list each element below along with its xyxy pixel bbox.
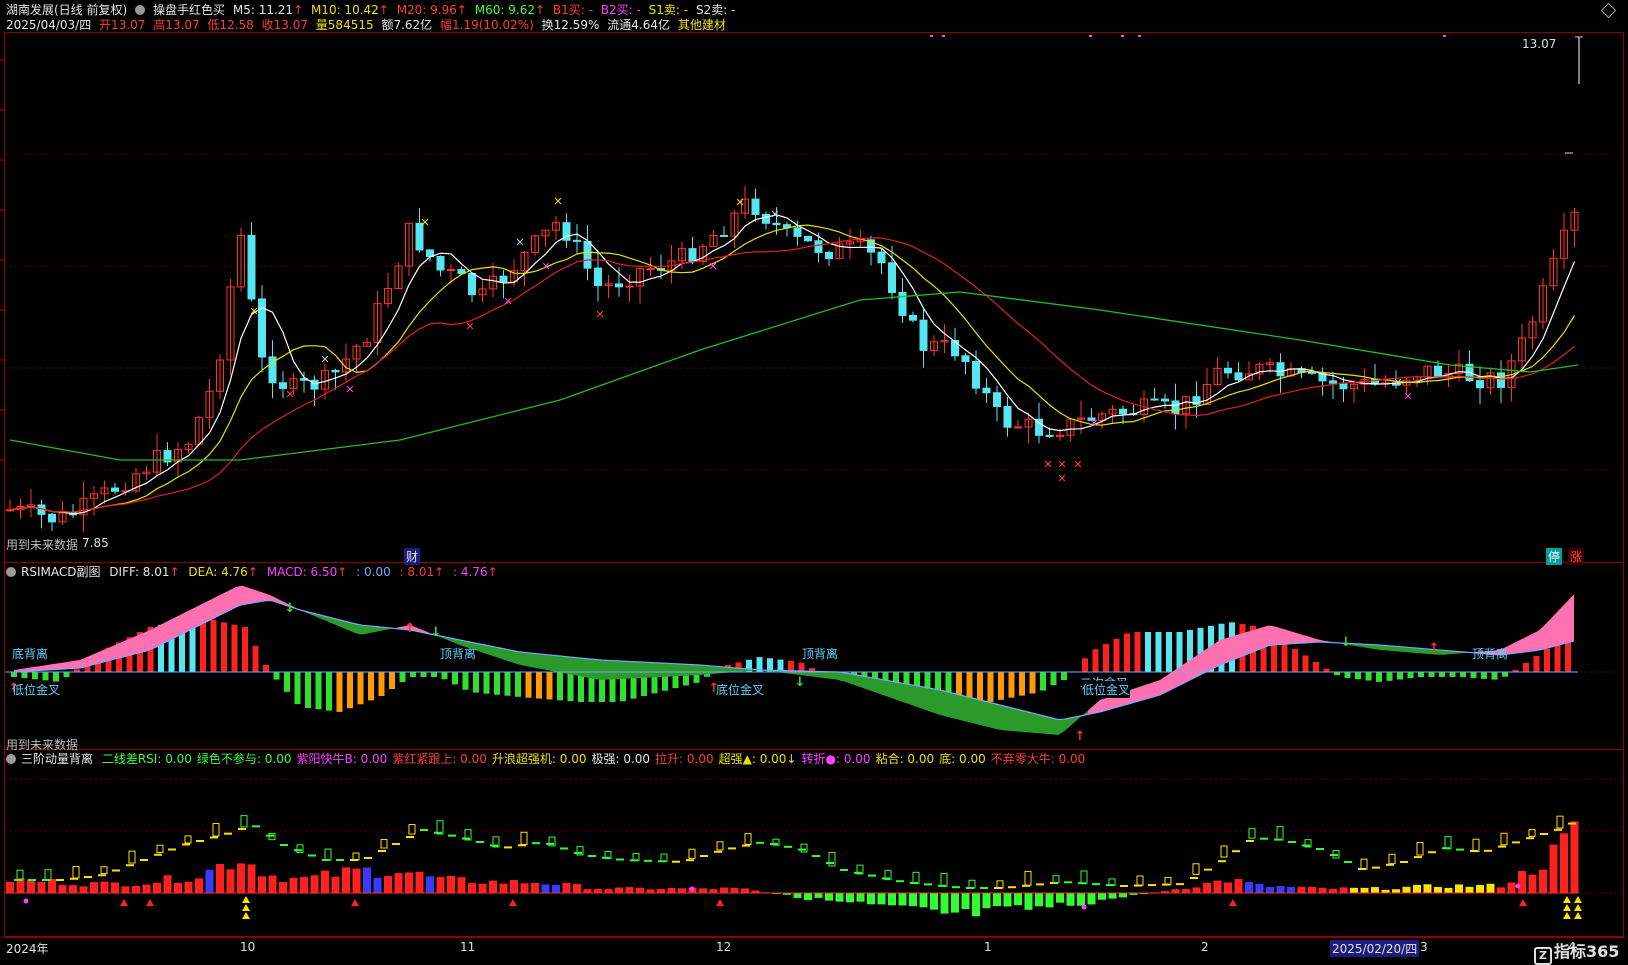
svg-text:↓: ↓ — [1341, 635, 1352, 650]
svg-text:✕: ✕ — [1393, 376, 1402, 389]
time-axis-label-2: 11 — [460, 940, 476, 954]
svg-text:✕: ✕ — [770, 208, 779, 221]
macd-toggle-icon[interactable] — [6, 567, 16, 577]
svg-text:✕: ✕ — [1057, 458, 1066, 471]
finance-badge[interactable]: 财 — [404, 548, 421, 565]
momentum-item-7: 超强▲: 0.00↓ — [718, 752, 797, 766]
macd-histogram-layer: ↑↓↑ ↓↑ ↓↑↓ ↑ — [5, 585, 1578, 744]
svg-text:✕: ✕ — [1043, 458, 1052, 471]
svg-text:✕: ✕ — [1073, 458, 1082, 471]
momentum-panel-header: 三阶动量背离 二线差RSI: 0.00 绿色不参与: 0.00 紫阳快牛B: 0.0… — [6, 752, 1095, 767]
svg-text:✕: ✕ — [249, 305, 258, 318]
svg-text:✕: ✕ — [541, 260, 550, 273]
svg-text:✕: ✕ — [735, 196, 744, 209]
svg-text:✕: ✕ — [320, 353, 329, 366]
time-axis-label-6: 2025/02/20/四 — [1330, 940, 1420, 957]
svg-text:✕: ✕ — [515, 236, 524, 249]
momentum-item-10: 底: 0.00 — [939, 752, 986, 766]
macd-label-4: 顶背离 — [802, 647, 839, 661]
svg-text:✕: ✕ — [553, 195, 562, 208]
svg-text:✕: ✕ — [1089, 417, 1098, 430]
momentum-item-4: 升浪超强机: 0.00 — [491, 752, 587, 766]
momentum-item-3: 紫红紧跟上: 0.00 — [392, 752, 487, 766]
momentum-item-1: 绿色不参与: 0.00 — [196, 752, 292, 766]
momentum-item-5: 极强: 0.00 — [591, 752, 651, 766]
svg-text:✕: ✕ — [465, 320, 474, 333]
time-axis-label-7: 3 — [1420, 940, 1428, 954]
momentum-item-2: 紫阳快牛B: 0.00 — [296, 752, 388, 766]
macd-future-note: 用到未来数据 — [6, 738, 79, 752]
svg-text:✕: ✕ — [1057, 472, 1066, 485]
momentum-item-11: 不弃零大牛: 0.00 — [990, 752, 1086, 766]
svg-text:✕: ✕ — [708, 260, 717, 273]
macd-label-1: 低位金叉 — [12, 683, 61, 697]
macd-title[interactable]: RSIMACD副图 — [21, 565, 100, 579]
momentum-item-8: 转折●: 0.00 — [801, 752, 871, 766]
diff-value: DIFF: 8.01 — [109, 565, 170, 579]
svg-text:✕: ✕ — [595, 308, 604, 321]
time-axis-label-5: 2 — [1201, 940, 1209, 954]
macd-label-6: 低位金叉 — [1082, 681, 1131, 698]
watermark-logo: Z 指标365 — [1534, 938, 1619, 965]
macd-label-3: 底位金叉 — [716, 683, 765, 697]
chart-canvas[interactable]: ✕✕✕✕ ✕✕✕✕✕✕ ✕✕✕✕✕✕✕✕ ✕✕✕ ↑↓↑ ↓↑ ↓↑↓ ↑ — [0, 0, 1628, 956]
svg-text:✕: ✕ — [420, 216, 429, 229]
time-axis-label-0: 2024年 — [6, 942, 49, 956]
dea-value: DEA: 4.76 — [188, 565, 248, 579]
last-price-label: 13.07 — [1522, 37, 1557, 51]
svg-text:↑: ↑ — [405, 621, 416, 636]
macd-label-0: 底背离 — [12, 647, 49, 661]
macd-v3: : 4.76 — [453, 565, 488, 579]
price-candles-layer: ✕✕✕✕ ✕✕✕✕✕✕ ✕✕✕✕✕✕✕✕ ✕✕✕ — [6, 185, 1579, 533]
svg-text:↑: ↑ — [1075, 729, 1086, 744]
halt-badge[interactable]: 停 — [1546, 548, 1563, 565]
svg-text:↓: ↓ — [431, 625, 442, 640]
svg-text:↓: ↓ — [795, 675, 806, 690]
limit-up-badge[interactable]: 涨 — [1568, 548, 1585, 565]
macd-v2: : 8.01 — [399, 565, 435, 579]
svg-text:✕: ✕ — [1403, 390, 1412, 403]
momentum-toggle-icon[interactable] — [6, 754, 16, 764]
macd-label-2: 顶背离 — [440, 647, 477, 661]
time-axis-label-4: 1 — [984, 940, 992, 954]
time-axis-label-1: 10 — [240, 940, 256, 954]
low-price-label: 7.85 — [82, 536, 109, 550]
macd-panel-header: RSIMACD副图 DIFF: 8.01↑ DEA: 4.76↑ MACD: 6… — [6, 565, 503, 580]
momentum-item-6: 拉升: 0.00 — [655, 752, 714, 766]
momentum-item-9: 粘合: 0.00 — [875, 752, 935, 766]
svg-text:✕: ✕ — [345, 383, 354, 396]
momentum-item-0: 二线差RSI: 0.00 — [101, 752, 192, 766]
svg-text:✕: ✕ — [285, 388, 294, 401]
macd-value: MACD: 6.50 — [266, 565, 338, 579]
macd-v1: : 0.00 — [356, 565, 391, 579]
macd-label-7: 顶背离 — [1472, 647, 1509, 661]
svg-text:✕: ✕ — [503, 295, 512, 308]
time-axis-label-3: 12 — [716, 940, 732, 954]
momentum-title[interactable]: 三阶动量背离 — [21, 752, 93, 766]
future-data-note: 用到未来数据 — [6, 538, 79, 552]
svg-text:↓: ↓ — [285, 601, 296, 616]
svg-text:↑: ↑ — [1429, 641, 1440, 656]
